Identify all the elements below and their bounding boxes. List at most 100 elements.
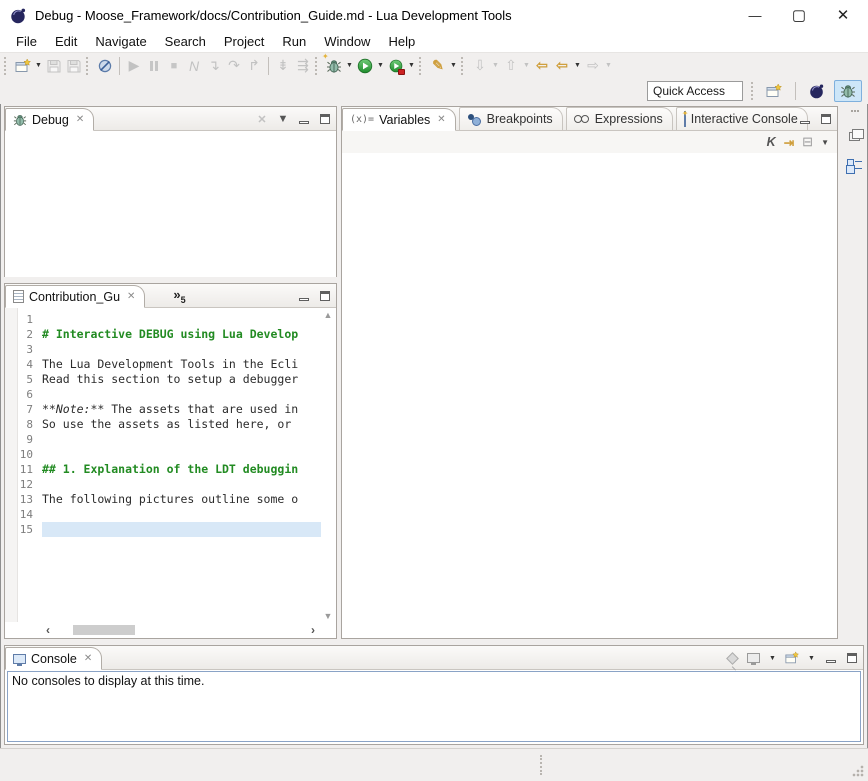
- debug-button[interactable]: ✦: [324, 55, 344, 77]
- remove-terminated-launches-button[interactable]: ✕: [255, 110, 269, 128]
- variables-view-body[interactable]: [342, 153, 837, 637]
- editor-tab-overflow[interactable]: »5: [173, 287, 185, 307]
- menu-project[interactable]: Project: [216, 32, 272, 51]
- open-perspective-button[interactable]: [760, 80, 788, 102]
- show-logical-structure-button[interactable]: ⇥: [784, 135, 794, 150]
- window-close-button[interactable]: ✕: [832, 6, 854, 24]
- previous-annotation-dropdown[interactable]: ▼: [521, 55, 532, 77]
- drop-to-frame-button[interactable]: ⇟: [273, 55, 293, 77]
- run-coverage-button[interactable]: [386, 55, 406, 77]
- maximize-view-button[interactable]: [318, 110, 332, 128]
- pin-console-button[interactable]: [725, 649, 739, 667]
- menu-help[interactable]: Help: [380, 32, 423, 51]
- disconnect-button[interactable]: N: [184, 55, 204, 77]
- scroll-left-icon[interactable]: ‹: [41, 623, 55, 637]
- editor-vertical-scrollbar[interactable]: ▲ ▼: [321, 310, 335, 621]
- new-wizard-button[interactable]: [13, 55, 33, 77]
- menu-search[interactable]: Search: [157, 32, 214, 51]
- external-tools-button[interactable]: ✎: [428, 55, 448, 77]
- outline-view-button[interactable]: [845, 154, 864, 174]
- next-annotation-button[interactable]: ⇩: [470, 55, 490, 77]
- minimize-view-button[interactable]: [297, 110, 311, 128]
- sash-drag-handle[interactable]: [540, 755, 544, 775]
- perspective-debug-button[interactable]: [834, 80, 862, 102]
- maximize-view-button[interactable]: [819, 110, 833, 128]
- menu-edit[interactable]: Edit: [47, 32, 85, 51]
- view-menu-button[interactable]: ▼: [276, 110, 290, 128]
- annotation-ruler[interactable]: [5, 308, 18, 622]
- tab-debug[interactable]: Debug ✕: [5, 108, 94, 131]
- menu-run[interactable]: Run: [274, 32, 314, 51]
- toolbar-drag-handle[interactable]: [4, 57, 9, 75]
- maximize-view-button[interactable]: [318, 287, 332, 305]
- menu-window[interactable]: Window: [316, 32, 378, 51]
- run-dropdown[interactable]: ▼: [375, 55, 386, 77]
- minimize-view-button[interactable]: [297, 287, 311, 305]
- tab-breakpoints[interactable]: Breakpoints: [459, 107, 563, 130]
- window-minimize-button[interactable]: —: [744, 8, 766, 23]
- back-button[interactable]: ⇦: [552, 55, 572, 77]
- debug-dropdown[interactable]: ▼: [344, 55, 355, 77]
- debug-view-body[interactable]: [5, 131, 336, 277]
- previous-annotation-button[interactable]: ⇧: [501, 55, 521, 77]
- tab-close-icon[interactable]: ✕: [127, 291, 135, 302]
- bar-drag-handle[interactable]: [851, 110, 859, 120]
- skip-all-breakpoints-button[interactable]: [95, 55, 115, 77]
- menu-navigate[interactable]: Navigate: [87, 32, 154, 51]
- open-console-button[interactable]: [785, 649, 799, 667]
- step-return-button[interactable]: ↱: [244, 55, 264, 77]
- minimize-view-button[interactable]: [824, 649, 838, 667]
- tab-expressions[interactable]: Expressions: [566, 107, 673, 130]
- collapse-all-button[interactable]: ⊟: [802, 134, 813, 150]
- toolbar-drag-handle[interactable]: [461, 57, 466, 75]
- minimize-view-button[interactable]: [798, 110, 812, 128]
- step-into-button[interactable]: ↴: [204, 55, 224, 77]
- scroll-right-icon[interactable]: ›: [306, 623, 320, 637]
- quick-access-input[interactable]: Quick Access: [647, 81, 743, 101]
- last-edit-location-button[interactable]: ⇦: [532, 55, 552, 77]
- show-type-names-button[interactable]: K: [767, 135, 776, 149]
- scroll-down-icon[interactable]: ▼: [324, 611, 333, 621]
- window-resize-grip[interactable]: [851, 764, 865, 778]
- editor-horizontal-scrollbar[interactable]: ‹ ›: [41, 623, 320, 637]
- forward-button[interactable]: ⇨: [583, 55, 603, 77]
- editor-code-area[interactable]: 1 2# Interactive DEBUG using Lua Develop…: [18, 312, 321, 537]
- tab-close-icon[interactable]: ✕: [84, 653, 92, 664]
- display-selected-console-button[interactable]: [746, 649, 760, 667]
- open-console-dropdown[interactable]: ▼: [806, 647, 817, 669]
- next-annotation-dropdown[interactable]: ▼: [490, 55, 501, 77]
- use-step-filters-button[interactable]: ⇶: [293, 55, 313, 77]
- toolbar-drag-handle[interactable]: [419, 57, 424, 75]
- restore-view-button[interactable]: [845, 126, 864, 146]
- external-tools-dropdown[interactable]: ▼: [448, 55, 459, 77]
- tab-console[interactable]: Console ✕: [5, 647, 102, 670]
- display-console-dropdown[interactable]: ▼: [767, 647, 778, 669]
- back-dropdown[interactable]: ▼: [572, 55, 583, 77]
- tab-contribution-guide[interactable]: Contribution_Gu ✕: [5, 285, 145, 308]
- terminate-button[interactable]: ■: [164, 55, 184, 77]
- perspective-ldt-button[interactable]: [803, 80, 831, 102]
- run-button[interactable]: [355, 55, 375, 77]
- tab-interactive-console[interactable]: ✦ Interactive Console: [676, 107, 808, 130]
- scrollbar-thumb[interactable]: [73, 625, 135, 635]
- run-coverage-dropdown[interactable]: ▼: [406, 55, 417, 77]
- tab-variables[interactable]: (x)= Variables ✕: [342, 108, 456, 131]
- step-over-button[interactable]: ↷: [224, 55, 244, 77]
- window-maximize-button[interactable]: ▢: [788, 6, 810, 24]
- tab-close-icon[interactable]: ✕: [76, 114, 84, 125]
- resume-button[interactable]: ▶: [124, 55, 144, 77]
- view-menu-button[interactable]: ▼: [821, 138, 829, 147]
- toolbar-drag-handle[interactable]: [751, 82, 756, 100]
- toolbar-drag-handle[interactable]: [86, 57, 91, 75]
- suspend-button[interactable]: [144, 55, 164, 77]
- save-all-button[interactable]: [64, 55, 84, 77]
- scrollbar-track[interactable]: [55, 623, 306, 637]
- toolbar-drag-handle[interactable]: [315, 57, 320, 75]
- maximize-view-button[interactable]: [845, 649, 859, 667]
- new-wizard-dropdown[interactable]: ▼: [33, 55, 44, 77]
- menu-file[interactable]: File: [8, 32, 45, 51]
- forward-dropdown[interactable]: ▼: [603, 55, 614, 77]
- scroll-up-icon[interactable]: ▲: [324, 310, 333, 320]
- editor-body[interactable]: 1 2# Interactive DEBUG using Lua Develop…: [5, 308, 336, 638]
- tab-close-icon[interactable]: ✕: [437, 114, 445, 125]
